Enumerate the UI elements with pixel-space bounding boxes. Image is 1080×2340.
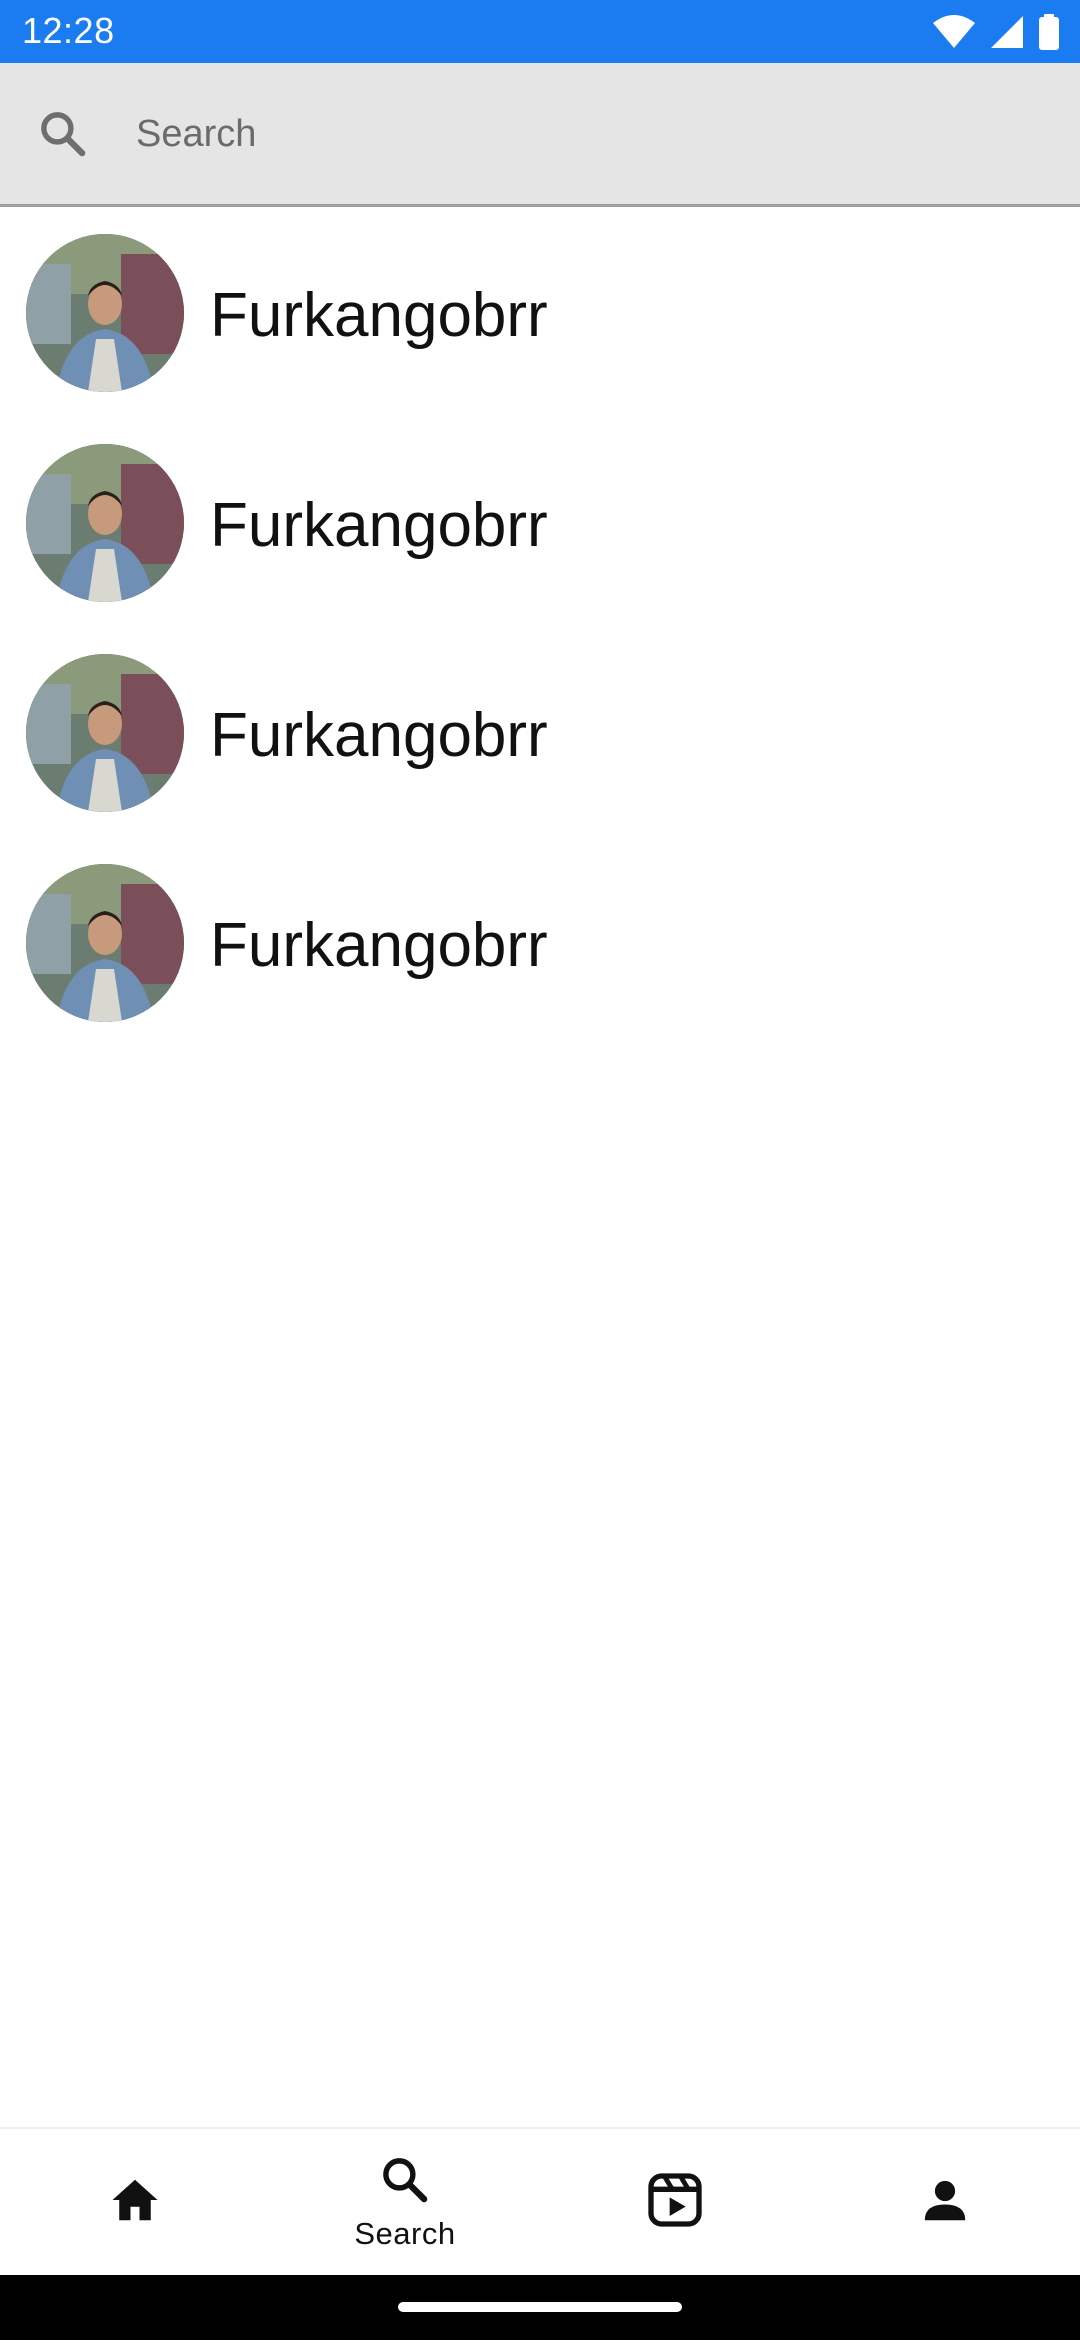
status-time: 12:28: [22, 10, 115, 51]
profile-icon: [918, 2173, 972, 2232]
search-icon: [378, 2153, 432, 2212]
avatar: [26, 654, 184, 812]
nav-profile[interactable]: [810, 2129, 1080, 2275]
avatar: [26, 864, 184, 1022]
signal-icon: [990, 15, 1024, 49]
home-gesture-handle[interactable]: [398, 2302, 682, 2312]
status-bar: 12:28: [0, 0, 1080, 63]
status-icons: [932, 12, 1060, 52]
list-item[interactable]: Furkangobrr: [0, 420, 1080, 630]
list-item[interactable]: Furkangobrr: [0, 840, 1080, 1050]
home-icon: [108, 2173, 162, 2232]
wifi-icon: [932, 15, 976, 49]
list-item[interactable]: Furkangobrr: [0, 210, 1080, 420]
list-item[interactable]: Furkangobrr: [0, 630, 1080, 840]
nav-home[interactable]: [0, 2129, 270, 2275]
search-icon: [36, 107, 90, 161]
nav-search[interactable]: Search: [270, 2129, 540, 2275]
nav-label-search: Search: [354, 2215, 456, 2251]
avatar: [26, 234, 184, 392]
user-name: Furkangobrr: [210, 701, 548, 770]
user-name: Furkangobrr: [210, 911, 548, 980]
search-input[interactable]: [136, 99, 1036, 169]
search-bar: [0, 63, 1080, 207]
avatar: [26, 444, 184, 602]
battery-icon: [1038, 14, 1060, 50]
bottom-nav: Search: [0, 2127, 1080, 2275]
screen: 12:28 Search Furkangobrr Furkangobrr Fur…: [0, 0, 1080, 2340]
user-list: Furkangobrr Furkangobrr Furkangobrr Furk…: [0, 210, 1080, 1050]
reels-icon: [643, 2168, 707, 2237]
system-nav-bar: [0, 2275, 1080, 2340]
user-name: Furkangobrr: [210, 281, 548, 350]
nav-reels[interactable]: [540, 2129, 810, 2275]
user-name: Furkangobrr: [210, 491, 548, 560]
